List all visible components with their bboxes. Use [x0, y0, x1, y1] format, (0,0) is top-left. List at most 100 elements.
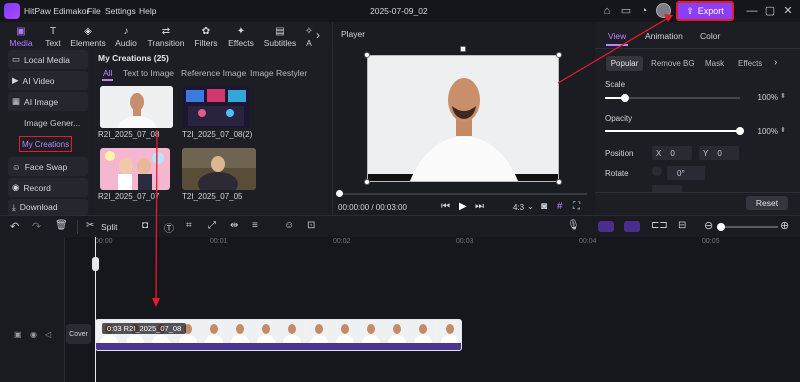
scale-slider[interactable]: [605, 94, 740, 102]
reset-button[interactable]: Reset: [746, 196, 788, 210]
maximize-icon[interactable]: ▢: [763, 4, 777, 18]
chevron-right-icon[interactable]: ›: [316, 28, 320, 42]
delete-icon[interactable]: 🗑: [55, 220, 68, 231]
zoom-out-icon[interactable]: ⊖: [704, 219, 713, 232]
tool-more[interactable]: ✧ A: [304, 22, 314, 49]
opacity-knob[interactable]: [736, 127, 744, 135]
subtab-mask[interactable]: Mask: [705, 59, 724, 68]
face-icon[interactable]: ☺: [284, 220, 294, 231]
nav-ai-image[interactable]: ▦ AI Image: [8, 92, 88, 111]
position-y-field[interactable]: Y 0: [699, 146, 739, 160]
tab-view[interactable]: View: [608, 31, 626, 41]
prev-frame-icon[interactable]: ⏮: [441, 201, 450, 212]
nav-face-swap[interactable]: ☺ Face Swap: [8, 157, 88, 176]
tool-subtitles[interactable]: ▤ Subtitles: [262, 22, 298, 49]
stepper-icon[interactable]: ⬍: [780, 126, 786, 134]
link-toggle[interactable]: [598, 221, 614, 232]
subtab-effects[interactable]: Effects: [738, 59, 762, 68]
sub-image-generator[interactable]: Image Gener...: [24, 118, 80, 128]
nav-ai-video[interactable]: ▶ AI Video: [8, 71, 88, 90]
minimize-icon[interactable]: —: [745, 4, 759, 18]
close-icon[interactable]: ✕: [781, 4, 795, 18]
shop-icon[interactable]: ⌂: [600, 4, 614, 18]
resize-handle[interactable]: [556, 52, 562, 58]
feedback-icon[interactable]: ▭: [619, 4, 633, 18]
opacity-slider[interactable]: [605, 127, 744, 135]
track-mute-icon[interactable]: ◁: [45, 330, 51, 339]
notification-icon[interactable]: ◔: [637, 4, 651, 18]
chevron-down-icon[interactable]: ⌄: [527, 202, 534, 211]
split-label[interactable]: Split: [101, 222, 118, 232]
menu-help[interactable]: Help: [139, 6, 156, 16]
fit-icon[interactable]: ⊟: [678, 220, 686, 231]
snap-toggle[interactable]: [624, 221, 640, 232]
export-button[interactable]: ⇪ Export: [676, 1, 734, 21]
position-x-field[interactable]: X 0: [652, 146, 692, 160]
unlink-icon[interactable]: ⊏⊐: [651, 220, 668, 231]
track-visibility-icon[interactable]: ◉: [30, 330, 37, 339]
zoom-knob[interactable]: [717, 223, 725, 231]
tab-color[interactable]: Color: [700, 31, 720, 41]
progress-track[interactable]: [339, 193, 587, 195]
scale-knob[interactable]: [621, 94, 630, 102]
resize-handle[interactable]: [364, 52, 370, 58]
video-clip[interactable]: 0:03 R2I_2025_07_08: [95, 319, 462, 351]
rotate-field[interactable]: 0°: [667, 166, 705, 180]
aspect-ratio[interactable]: 4:3: [513, 203, 524, 212]
opacity-value[interactable]: 100%: [748, 125, 778, 138]
menu-file[interactable]: File: [87, 6, 101, 16]
media-thumb[interactable]: [182, 86, 250, 128]
adjust-icon[interactable]: ≡: [252, 220, 258, 231]
nav-record[interactable]: ◉ Record: [8, 178, 88, 197]
tool-media[interactable]: ▣ Media: [6, 22, 36, 49]
play-icon[interactable]: ▶: [459, 201, 467, 212]
menu-settings[interactable]: Settings: [105, 6, 136, 16]
playhead-handle[interactable]: [92, 257, 99, 271]
progress-knob[interactable]: [336, 190, 343, 197]
subtab-remove-bg[interactable]: Remove BG: [651, 59, 695, 68]
tab-reference-image[interactable]: Reference Image: [181, 68, 246, 78]
tool-text[interactable]: T Text: [42, 22, 64, 49]
track-settings-icon[interactable]: ▣: [14, 330, 22, 339]
nav-download[interactable]: ⤓ Download: [8, 199, 88, 215]
mask-icon[interactable]: ◘: [142, 220, 148, 231]
undo-icon[interactable]: ↶: [10, 220, 19, 233]
grid-icon[interactable]: #: [557, 201, 563, 212]
zoom-slider[interactable]: [718, 226, 778, 228]
mirror-icon[interactable]: ⇹: [230, 220, 238, 231]
subtab-popular[interactable]: Popular: [606, 56, 643, 71]
snapshot-icon[interactable]: ◙: [541, 201, 547, 212]
tab-image-restyler[interactable]: Image Restyler: [250, 68, 307, 78]
tool-filters[interactable]: ✿ Filters: [193, 22, 219, 49]
tool-elements[interactable]: ◈ Elements: [70, 22, 106, 49]
chevron-right-icon[interactable]: ›: [774, 57, 777, 68]
cover-button[interactable]: Cover: [66, 324, 91, 344]
stepper-icon[interactable]: ⬍: [780, 92, 786, 100]
avatar[interactable]: [656, 3, 671, 18]
nav-local-media[interactable]: ▭ Local Media: [8, 50, 88, 69]
rotate-handle[interactable]: [460, 46, 466, 52]
resize-handle[interactable]: [556, 179, 562, 185]
resize-icon[interactable]: ⤢: [208, 220, 216, 231]
resize-handle[interactable]: [364, 179, 370, 185]
media-thumb[interactable]: [100, 148, 170, 190]
rotate-dial[interactable]: [652, 166, 662, 176]
time-ruler[interactable]: 00:00 00:01 00:02 00:03 00:04 00:05: [95, 237, 800, 247]
microphone-icon[interactable]: 🎙: [567, 220, 580, 231]
media-thumb[interactable]: [182, 148, 256, 190]
tool-effects[interactable]: ✦ Effects: [226, 22, 256, 49]
export-frame-icon[interactable]: ⊡: [307, 220, 315, 231]
media-thumb[interactable]: [100, 86, 173, 128]
crop-icon[interactable]: ⌗: [186, 220, 192, 231]
tab-text-to-image[interactable]: Text to Image: [123, 68, 174, 78]
tool-transition[interactable]: ⇄ Transition: [146, 22, 186, 49]
tab-animation[interactable]: Animation: [645, 31, 683, 41]
text-box-icon[interactable]: Ⓣ: [164, 220, 174, 235]
tool-audio[interactable]: ♪ Audio: [113, 22, 139, 49]
next-frame-icon[interactable]: ⏭: [475, 201, 484, 212]
scale-value[interactable]: 100%: [748, 91, 778, 104]
fullscreen-icon[interactable]: ⛶: [573, 201, 580, 212]
zoom-in-icon[interactable]: ⊕: [780, 219, 789, 232]
redo-icon[interactable]: ↷: [32, 220, 41, 233]
split-icon[interactable]: ✂: [86, 220, 94, 231]
